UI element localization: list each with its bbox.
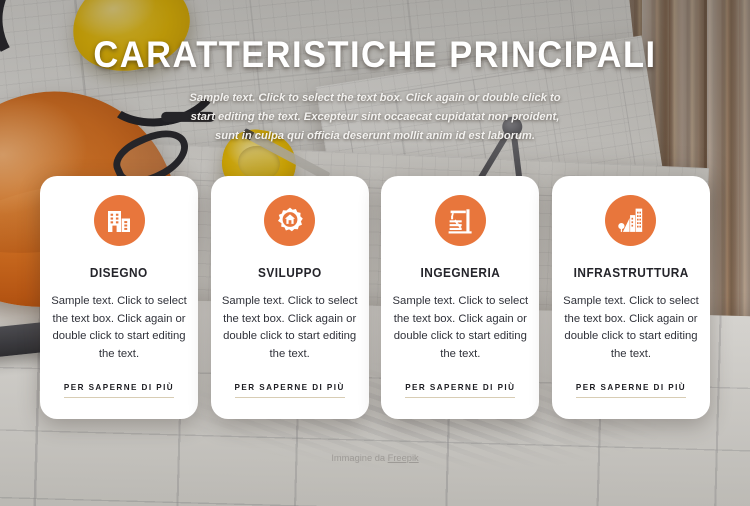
card-title: INGEGNERIA	[420, 266, 501, 280]
card-description: Sample text. Click to select the text bo…	[563, 295, 699, 360]
page-title: CARATTERISTICHE PRINCIPALI	[93, 34, 657, 75]
card-description: Sample text. Click to select the text bo…	[392, 295, 529, 360]
feature-card[interactable]: INGEGNERIA Sample text. Click to select …	[381, 176, 540, 419]
card-description: Sample text. Click to select the text bo…	[221, 295, 358, 360]
hero-section: CARATTERISTICHE PRINCIPALI Sample text. …	[0, 0, 750, 146]
feature-cards-row: DISEGNO Sample text. Click to select the…	[40, 176, 710, 419]
construction-crane-icon	[434, 195, 486, 246]
hero-subtitle: Sample text. Click to select the text bo…	[189, 92, 561, 142]
card-description: Sample text. Click to select the text bo…	[51, 295, 187, 360]
card-title: SVILUPPO	[257, 266, 322, 280]
card-title: DISEGNO	[90, 266, 148, 280]
city-skyline-tree-icon	[605, 195, 657, 246]
gear-house-icon	[264, 195, 316, 246]
page-root: CARATTERISTICHE PRINCIPALI Sample text. …	[0, 0, 750, 506]
read-more-link[interactable]: PER SAPERNE DI PIÙ	[575, 383, 687, 398]
image-credit: Immagine da Freepik	[0, 453, 750, 463]
page-content: CARATTERISTICHE PRINCIPALI Sample text. …	[0, 0, 750, 506]
feature-card[interactable]: DISEGNO Sample text. Click to select the…	[40, 176, 198, 419]
feature-card[interactable]: INFRASTRUTTURA Sample text. Click to sel…	[551, 176, 710, 419]
office-buildings-icon	[93, 195, 145, 246]
image-credit-prefix: Immagine da	[331, 453, 388, 463]
freepik-link[interactable]: Freepik	[388, 453, 419, 463]
read-more-link[interactable]: PER SAPERNE DI PIÙ	[234, 383, 345, 398]
read-more-link[interactable]: PER SAPERNE DI PIÙ	[63, 383, 175, 398]
read-more-link[interactable]: PER SAPERNE DI PIÙ	[405, 383, 516, 398]
feature-card[interactable]: SVILUPPO Sample text. Click to select th…	[210, 176, 369, 419]
card-title: INFRASTRUTTURA	[573, 266, 689, 280]
